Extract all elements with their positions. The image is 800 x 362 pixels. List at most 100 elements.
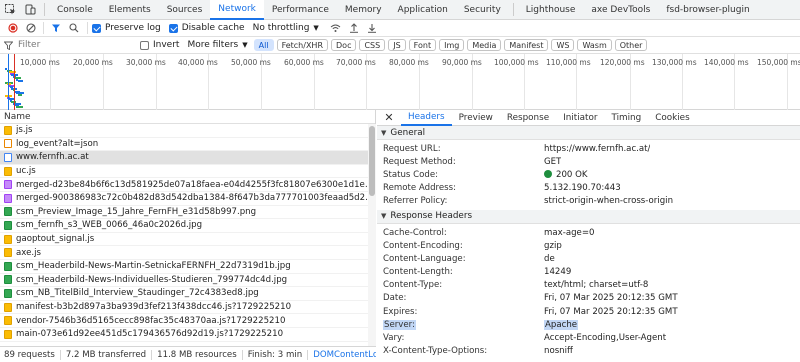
checkbox-checked-icon (168, 23, 178, 33)
details-tab-headers[interactable]: Headers (401, 110, 452, 126)
inspect-element-icon[interactable] (0, 0, 20, 20)
filter-chip-other[interactable]: Other (614, 39, 648, 51)
header-value[interactable]: strict-origin-when-cross-origin (544, 196, 673, 206)
filter-funnel-icon[interactable] (47, 20, 65, 37)
header-value[interactable]: 200 OK (544, 169, 588, 180)
tab-performance[interactable]: Performance (264, 0, 337, 20)
close-icon[interactable]: ✕ (377, 111, 401, 124)
general-section-header[interactable]: ▼ General (377, 126, 800, 140)
request-row[interactable]: csm_fernfh_s3_WEB_0066_46a0c2026d.jpg (0, 219, 375, 233)
filter-input[interactable]: Filter (4, 39, 134, 52)
request-row[interactable]: merged-900386983c72c0b482d83d542dba1384-… (0, 192, 375, 206)
device-toolbar-icon[interactable] (20, 0, 40, 20)
header-value-text: max-age=0 (544, 227, 595, 238)
filter-chip-ws[interactable]: WS (551, 39, 575, 51)
request-row[interactable]: gaoptout_signal.js (0, 233, 375, 247)
tab-lighthouse[interactable]: Lighthouse (518, 0, 584, 20)
details-tab-timing[interactable]: Timing (604, 110, 648, 126)
details-tab-preview[interactable]: Preview (452, 110, 500, 126)
js-file-icon (4, 248, 12, 258)
record-icon[interactable] (4, 20, 22, 37)
request-row[interactable]: axe.js (0, 246, 375, 260)
header-value-text: nosniff (544, 346, 573, 357)
network-conditions-icon[interactable] (327, 20, 345, 37)
details-tab-initiator[interactable]: Initiator (556, 110, 604, 126)
request-name: csm_NB_TitelBild_Interview_Staudinger_72… (16, 288, 259, 299)
filter-chip-media[interactable]: Media (467, 39, 502, 51)
filter-chip-font[interactable]: Font (408, 39, 437, 51)
filter-chip-fetch-xhr[interactable]: Fetch/XHR (276, 39, 329, 51)
header-value[interactable]: GET (544, 157, 561, 167)
import-har-icon[interactable] (345, 20, 363, 37)
header-value[interactable]: nosniff (544, 346, 573, 356)
export-har-icon[interactable] (363, 20, 381, 37)
filter-chip-img[interactable]: Img (439, 39, 465, 51)
request-row[interactable]: uc.js (0, 165, 375, 179)
tab-memory[interactable]: Memory (337, 0, 390, 20)
header-value[interactable]: de (544, 254, 555, 264)
header-value[interactable]: Accept-Encoding,User-Agent (544, 333, 666, 343)
header-row: Content-Length: 14249 (377, 266, 800, 279)
header-name: Date: (377, 293, 544, 303)
preserve-log-checkbox[interactable]: Preserve log (92, 23, 161, 33)
timeline-overview[interactable]: 10,000 ms 20,000 ms 30,000 ms 40,000 ms 50,0… (0, 54, 800, 110)
tab-fsd-browser-plugin[interactable]: fsd-browser-plugin (658, 0, 757, 20)
header-value[interactable]: Fri, 07 Mar 2025 20:12:35 GMT (544, 293, 678, 303)
header-value[interactable]: https://www.fernfh.ac.at/ (544, 144, 650, 154)
request-row[interactable]: csm_Headerbild-News-Individuelles-Studie… (0, 274, 375, 288)
filter-chip-all[interactable]: All (253, 39, 274, 51)
request-row[interactable]: vendor-7546b36d5165cecc898fac35c48370aa.… (0, 314, 375, 328)
header-value[interactable]: Apache (544, 319, 579, 330)
request-name: manifest-b3b2d897a3ba939d3fef213f438dcc4… (16, 302, 292, 313)
tab-security[interactable]: Security (456, 0, 509, 20)
scrollbar-thumb[interactable] (369, 126, 375, 196)
header-value[interactable]: Fri, 07 Mar 2025 20:12:35 GMT (544, 307, 678, 317)
request-row[interactable]: main-073e61d92ee451d5c179436576d92d19.js… (0, 328, 375, 342)
header-value-text: text/html; charset=utf-8 (544, 280, 649, 291)
request-name: csm_fernfh_s3_WEB_0066_46a0c2026d.jpg (16, 220, 203, 231)
more-filters-dropdown[interactable]: More filters ▼ (187, 40, 247, 50)
request-row[interactable]: csm_Preview_Image_15_Jahre_FernFH_e31d58… (0, 206, 375, 220)
tab-elements[interactable]: Elements (101, 0, 159, 20)
tab-console[interactable]: Console (49, 0, 101, 20)
header-name: Status Code: (377, 170, 544, 180)
header-row: Request Method: GET (377, 155, 800, 168)
header-value[interactable]: 14249 (544, 267, 571, 277)
request-row[interactable]: js.js (0, 124, 375, 138)
request-row[interactable]: log_event?alt=json (0, 138, 375, 152)
js-file-icon (4, 166, 12, 176)
filter-chip-doc[interactable]: Doc (331, 39, 357, 51)
request-row[interactable]: www.fernfh.ac.at (0, 151, 375, 165)
request-row[interactable]: csm_NB_TitelBild_Interview_Staudinger_72… (0, 287, 375, 301)
invert-checkbox[interactable]: Invert (140, 40, 179, 50)
filter-chip-css[interactable]: CSS (359, 39, 386, 51)
details-tab-response[interactable]: Response (500, 110, 556, 126)
clear-icon[interactable] (22, 20, 40, 37)
request-row[interactable]: merged-d23be84b6f6c13d581925de07a18faea-… (0, 178, 375, 192)
request-name: js.js (16, 125, 33, 136)
response-headers-section-header[interactable]: ▼ Response Headers (377, 209, 800, 224)
request-row[interactable]: manifest-b3b2d897a3ba939d3fef213f438dcc4… (0, 301, 375, 315)
throttling-value: No throttling (252, 23, 310, 33)
search-icon[interactable] (65, 20, 83, 37)
tab-network[interactable]: Network (210, 0, 264, 20)
filter-chip-wasm[interactable]: Wasm (577, 39, 612, 51)
name-column-header[interactable]: Name (0, 110, 375, 124)
details-tab-cookies[interactable]: Cookies (648, 110, 696, 126)
filter-chip-manifest[interactable]: Manifest (504, 39, 549, 51)
tab-application[interactable]: Application (390, 0, 456, 20)
request-row[interactable]: csm_Headerbild-News-Martin-SetnickaFERNF… (0, 260, 375, 274)
header-value[interactable]: max-age=0 (544, 228, 595, 238)
request-name: merged-d23be84b6f6c13d581925de07a18faea-… (16, 179, 375, 190)
timeline-tick-label: 100,000 ms (494, 58, 539, 67)
header-value[interactable]: gzip (544, 241, 562, 251)
tab-sources[interactable]: Sources (159, 0, 211, 20)
header-value[interactable]: 5.132.190.70:443 (544, 183, 621, 193)
header-name-text: Request Method: (383, 156, 456, 167)
throttling-select[interactable]: No throttling ▼ (253, 23, 319, 33)
filter-chip-js[interactable]: JS (388, 39, 406, 51)
header-value-text: https://www.fernfh.ac.at/ (544, 143, 651, 154)
tab-axe-devtools[interactable]: axe DevTools (583, 0, 658, 20)
disable-cache-checkbox[interactable]: Disable cache (168, 23, 245, 33)
header-value[interactable]: text/html; charset=utf-8 (544, 280, 648, 290)
